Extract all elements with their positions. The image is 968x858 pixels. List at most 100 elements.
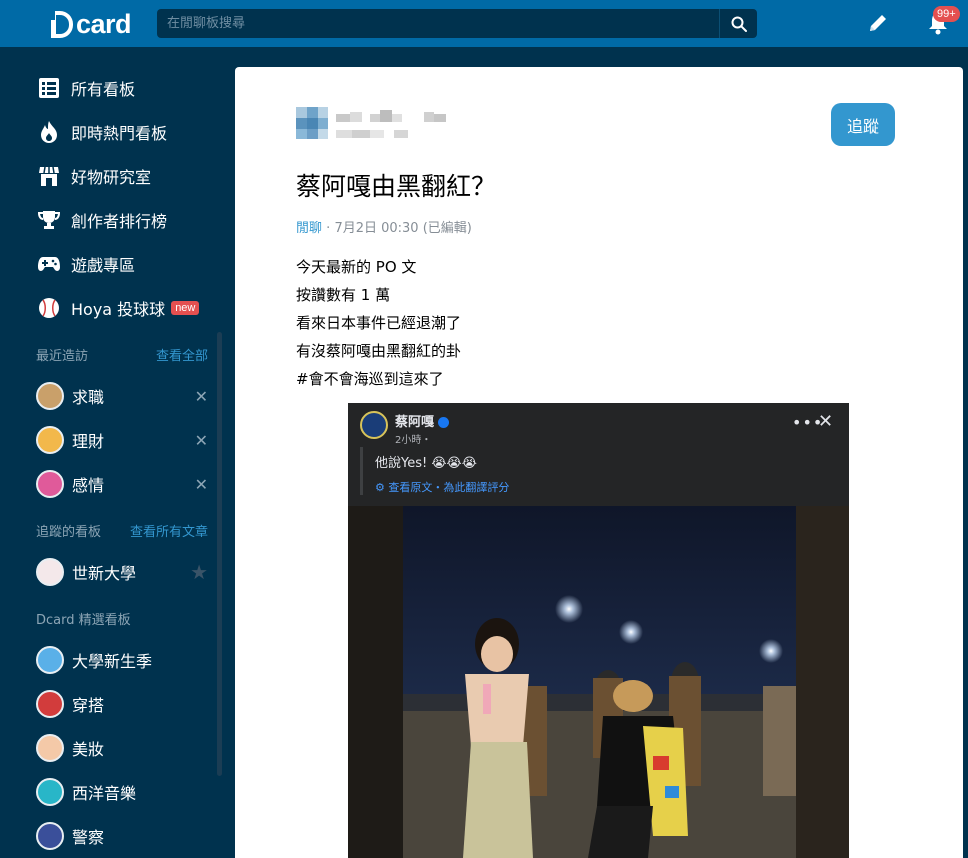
sidebar-item-good-stuff-lab[interactable]: 好物研究室 xyxy=(36,161,151,191)
content-line: #會不會海巡到這來了 xyxy=(296,370,444,388)
content-line: 有沒蔡阿嘎由黑翻紅的卦 xyxy=(296,342,462,360)
board-label: 西洋音樂 xyxy=(72,784,137,803)
fb-time: 2小時・ xyxy=(395,435,432,446)
fb-author: 蔡阿嘎 xyxy=(395,411,450,430)
close-icon[interactable]: ✕ xyxy=(195,475,208,494)
board-label: 大學新生季 xyxy=(72,652,153,671)
view-all-link[interactable]: 查看全部 xyxy=(156,345,208,364)
board-label: 世新大學 xyxy=(72,564,137,583)
sidebar-item-label: 創作者排行榜 xyxy=(71,212,168,231)
sidebar: 所有看板 即時熱門看板 好物研究室 創作者排行榜 遊戲專區 Hoya 投球球 n… xyxy=(0,47,235,858)
board-avatar xyxy=(36,470,64,498)
featured-board-outfit[interactable]: 穿搭 xyxy=(36,689,208,719)
featured-header: Dcard 精選看板 xyxy=(36,609,208,628)
meta-separator: · xyxy=(326,221,331,236)
follow-button[interactable]: 追蹤 xyxy=(831,103,895,146)
sidebar-item-label: 即時熱門看板 xyxy=(71,124,168,143)
fire-icon xyxy=(36,119,62,145)
sidebar-item-label: 好物研究室 xyxy=(71,168,152,187)
verified-icon xyxy=(438,417,450,428)
view-all-posts-link[interactable]: 查看所有文章 xyxy=(130,521,208,540)
board-label: 求職 xyxy=(72,388,105,407)
following-header: 追蹤的看板 查看所有文章 xyxy=(36,521,208,540)
content-line: 看來日本事件已經退潮了 xyxy=(296,314,462,332)
notification-badge: 99+ xyxy=(933,6,960,22)
section-title: 追蹤的看板 xyxy=(36,525,102,540)
featured-board-freshman[interactable]: 大學新生季 xyxy=(36,645,208,675)
post-meta: 閒聊 · 7月2日 00:30 (已編輯) xyxy=(296,217,472,236)
board-avatar xyxy=(36,778,64,806)
board-label: 警察 xyxy=(72,828,105,847)
section-title: 最近造訪 xyxy=(36,349,89,364)
search-input[interactable] xyxy=(157,9,719,38)
recent-board-job[interactable]: 求職 ✕ xyxy=(36,381,208,411)
proposal-photo xyxy=(403,506,796,858)
fb-quote-block: 他說Yes! 😭😭😭 ⚙ 查看原文・為此翻譯評分 xyxy=(360,447,836,495)
gamepad-icon xyxy=(36,251,62,277)
recent-board-finance[interactable]: 理財 ✕ xyxy=(36,425,208,455)
board-avatar xyxy=(36,734,64,762)
board-label: 感情 xyxy=(72,476,105,495)
author-name-blurred xyxy=(336,110,446,138)
fb-author-name: 蔡阿嘎 xyxy=(395,415,435,430)
board-avatar xyxy=(36,822,64,850)
board-label: 穿搭 xyxy=(72,696,105,715)
close-icon: ✕ xyxy=(818,411,834,432)
board-avatar xyxy=(36,382,64,410)
board-avatar xyxy=(36,690,64,718)
fb-avatar xyxy=(360,411,388,439)
search-bar xyxy=(157,9,757,38)
logo-d-shape xyxy=(47,10,73,38)
author-avatar-blurred xyxy=(296,107,328,139)
board-label: 理財 xyxy=(72,432,105,451)
sidebar-item-label: 所有看板 xyxy=(71,80,136,99)
trophy-icon xyxy=(36,207,62,233)
post-time: 7月2日 00:30 (已編輯) xyxy=(334,221,472,236)
search-button[interactable] xyxy=(719,9,757,38)
post-embedded-image[interactable]: 蔡阿嘎 2小時・ ••• ✕ 他說Yes! 😭😭😭 ⚙ 查看原文・為此翻譯評分 xyxy=(348,403,849,858)
sidebar-item-label: Hoya 投球球 xyxy=(71,300,166,319)
star-icon[interactable]: ★ xyxy=(190,560,208,584)
sidebar-scrollbar[interactable] xyxy=(217,332,222,776)
close-icon[interactable]: ✕ xyxy=(195,431,208,450)
photo-side-left xyxy=(348,506,403,858)
dcard-logo[interactable]: card xyxy=(47,8,132,39)
sidebar-item-label: 遊戲專區 xyxy=(71,256,136,275)
featured-board-western-music[interactable]: 西洋音樂 xyxy=(36,777,208,807)
new-tag: new xyxy=(171,301,200,315)
search-icon xyxy=(731,16,747,32)
board-avatar xyxy=(36,558,64,586)
top-bar: card 99+ xyxy=(0,0,968,47)
forum-link[interactable]: 閒聊 xyxy=(296,221,322,236)
fb-translate-label: 查看原文・為此翻譯評分 xyxy=(388,481,510,494)
gear-icon: ⚙ xyxy=(375,481,389,494)
content-line: 今天最新的 PO 文 xyxy=(296,258,417,276)
sidebar-item-hoya[interactable]: Hoya 投球球 new xyxy=(36,293,200,323)
following-board-shih-hsin[interactable]: 世新大學 ★ xyxy=(36,557,208,587)
fb-translate-link: ⚙ 查看原文・為此翻譯評分 xyxy=(375,479,836,495)
recent-visits-header: 最近造訪 查看全部 xyxy=(36,345,208,364)
baseball-icon xyxy=(36,295,62,321)
logo-text: card xyxy=(76,8,132,39)
featured-board-makeup[interactable]: 美妝 xyxy=(36,733,208,763)
board-avatar xyxy=(36,426,64,454)
post-content: 今天最新的 PO 文 按讚數有 1 萬 看來日本事件已經退潮了 有沒蔡阿嘎由黑翻… xyxy=(296,253,461,393)
board-avatar xyxy=(36,646,64,674)
recent-board-relationship[interactable]: 感情 ✕ xyxy=(36,469,208,499)
list-icon xyxy=(36,75,62,101)
board-label: 美妝 xyxy=(72,740,105,759)
photo-side-right xyxy=(796,506,849,858)
close-icon[interactable]: ✕ xyxy=(195,387,208,406)
post-title: 蔡阿嘎由黑翻紅？ xyxy=(296,172,497,201)
sidebar-item-hot-boards[interactable]: 即時熱門看板 xyxy=(36,117,167,147)
pencil-icon[interactable] xyxy=(866,11,890,35)
post-card: 追蹤 蔡阿嘎由黑翻紅？ 閒聊 · 7月2日 00:30 (已編輯) 今天最新的 … xyxy=(235,67,963,858)
sidebar-item-creator-ranking[interactable]: 創作者排行榜 xyxy=(36,205,167,235)
sidebar-item-all-boards[interactable]: 所有看板 xyxy=(36,73,135,103)
content-line: 按讚數有 1 萬 xyxy=(296,286,391,304)
fb-post-text: 他說Yes! 😭😭😭 xyxy=(375,456,477,471)
sidebar-item-games[interactable]: 遊戲專區 xyxy=(36,249,135,279)
store-icon xyxy=(36,163,62,189)
section-title: Dcard 精選看板 xyxy=(36,613,131,628)
featured-board-police[interactable]: 警察 xyxy=(36,821,208,851)
